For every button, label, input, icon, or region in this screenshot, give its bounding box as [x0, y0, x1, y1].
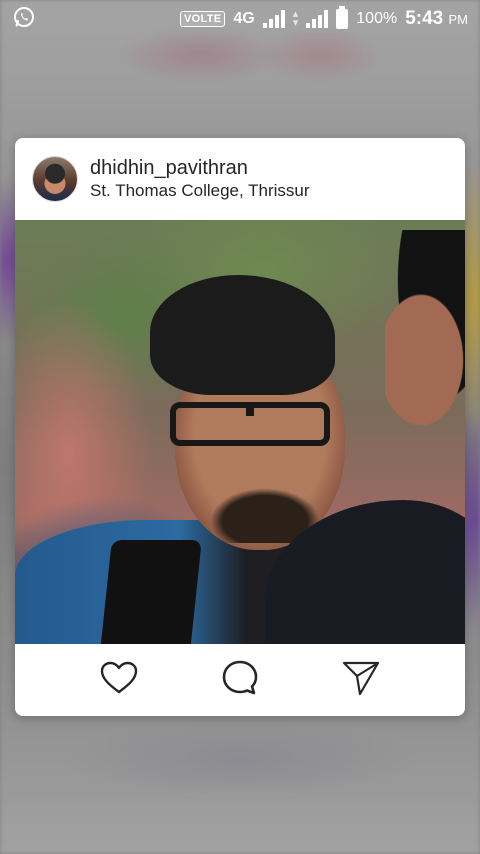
post-actions — [15, 644, 465, 716]
signal-icon — [262, 10, 285, 28]
profile-avatar[interactable] — [32, 156, 78, 202]
post-header: dhidhin_pavithran St. Thomas College, Th… — [15, 138, 465, 220]
post-preview-card[interactable]: dhidhin_pavithran St. Thomas College, Th… — [15, 138, 465, 716]
username[interactable]: dhidhin_pavithran — [90, 156, 310, 180]
signal-icon-2 — [306, 10, 329, 28]
like-button[interactable] — [99, 660, 139, 700]
network-type: 4G — [233, 10, 255, 27]
status-bar: VOLTE 4G ▴ ▾ 100% 5:43 PM — [0, 0, 480, 38]
heart-outline-icon — [100, 661, 138, 700]
battery-percent: 100% — [356, 10, 398, 27]
battery-icon — [336, 6, 349, 29]
post-photo[interactable] — [15, 220, 465, 644]
location[interactable]: St. Thomas College, Thrissur — [90, 180, 310, 202]
post-header-text: dhidhin_pavithran St. Thomas College, Th… — [90, 156, 310, 202]
clock: 5:43 PM — [405, 8, 468, 30]
data-activity-icon: ▴ ▾ — [292, 8, 299, 29]
whatsapp-icon — [12, 5, 36, 34]
clock-time: 5:43 — [405, 8, 444, 29]
volte-badge: VOLTE — [180, 11, 226, 27]
share-button[interactable] — [341, 660, 381, 700]
paper-plane-icon — [342, 660, 380, 701]
comment-button[interactable] — [220, 660, 260, 700]
clock-ampm: PM — [448, 12, 469, 27]
speech-bubble-icon — [221, 659, 259, 702]
